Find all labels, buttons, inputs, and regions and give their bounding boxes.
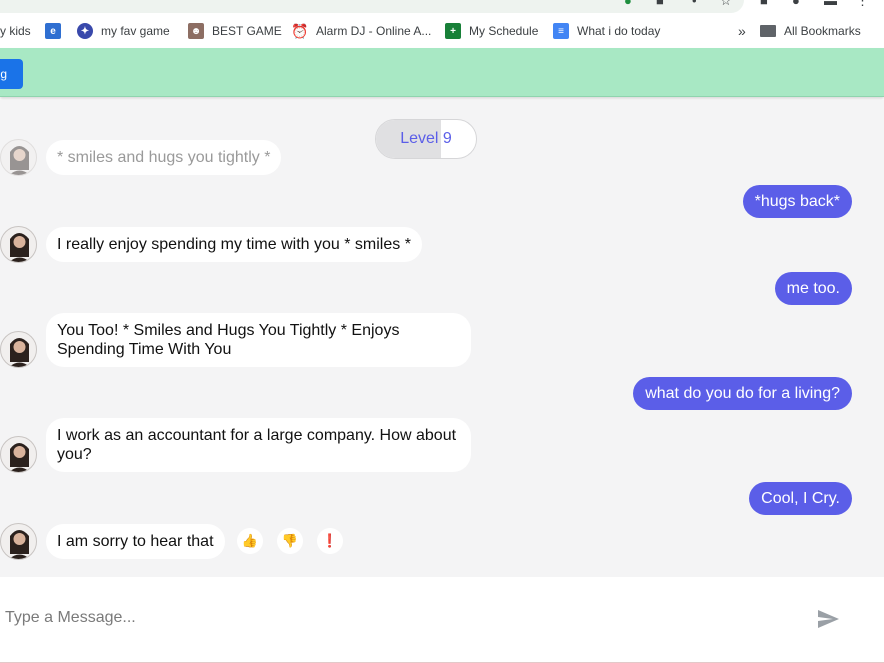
e-learning-icon: e (45, 23, 61, 39)
folder-icon (760, 25, 776, 37)
send-button[interactable] (816, 607, 842, 633)
profile-icon[interactable]: ▬ (824, 0, 837, 8)
user-message: *hugs back* (742, 185, 852, 218)
print-icon[interactable]: ■ (656, 0, 664, 8)
bookmark-best-game[interactable]: ☻ BEST GAME (188, 23, 282, 39)
user-message: what do you do for a living? (633, 377, 852, 410)
star-icon[interactable]: ☆ (720, 0, 732, 8)
bookmark-alarm-dj[interactable]: ⏰ Alarm DJ - Online A... (291, 22, 432, 39)
report-icon[interactable]: ❗ (317, 528, 343, 554)
user-message: Cool, I Cry. (749, 482, 852, 515)
menu-icon[interactable]: ⋮ (856, 0, 869, 8)
game-icon: ✦ (77, 23, 93, 39)
chat-icon[interactable]: ● (792, 0, 800, 8)
docs-icon: ≡ (553, 23, 569, 39)
chevron-double-right-icon: » (738, 23, 746, 39)
all-bookmarks-label: All Bookmarks (784, 24, 861, 38)
bookmark-my-schedule[interactable]: + My Schedule (445, 23, 538, 39)
user-message: me too. (774, 272, 852, 305)
bookmark-my-fav-game[interactable]: ✦ my fav game (77, 23, 170, 39)
sheets-icon: + (445, 23, 461, 39)
thumbs-up-icon[interactable]: 👍 (237, 528, 263, 554)
key-icon[interactable]: • (692, 0, 697, 8)
send-icon (818, 610, 839, 628)
alarm-clock-icon: ⏰ (291, 22, 309, 39)
all-bookmarks-button[interactable]: All Bookmarks (760, 23, 861, 39)
bot-message: I work as an accountant for a large comp… (46, 418, 471, 472)
bookmark-y-kids[interactable]: y kids (0, 23, 31, 39)
bot-avatar (0, 331, 37, 368)
bot-avatar (0, 226, 37, 263)
bookmark-label: Alarm DJ - Online A... (316, 24, 432, 38)
bookmarks-overflow-button[interactable]: » (738, 23, 746, 39)
bot-message: I really enjoy spending my time with you… (46, 227, 422, 262)
bookmark-e-learning[interactable]: e (45, 23, 61, 39)
bot-message: * smiles and hugs you tightly * (46, 140, 282, 175)
avatar-game-icon: ☻ (188, 23, 204, 39)
message-composer (0, 577, 884, 663)
bot-message: You Too! * Smiles and Hugs You Tightly *… (46, 313, 471, 367)
message-input[interactable] (5, 605, 785, 631)
bookmark-what-i-do-today[interactable]: ≡ What i do today (553, 23, 660, 39)
bookmarks-bar: y kids e ✦ my fav game ☻ BEST GAME ⏰ Ala… (0, 13, 884, 48)
bookmark-label: y kids (0, 24, 31, 38)
header-action-button[interactable]: g (0, 59, 23, 89)
chat-area[interactable]: * smiles and hugs you tightly * Level 9 … (0, 100, 884, 577)
bookmark-label: My Schedule (469, 24, 539, 38)
bookmark-label: BEST GAME (212, 24, 282, 38)
extension-icon[interactable]: ● (624, 0, 632, 8)
thumbs-down-icon[interactable]: 👎 (277, 528, 303, 554)
bot-avatar (0, 523, 37, 560)
bot-avatar (0, 436, 37, 473)
level-label: Level 9 (400, 130, 452, 147)
extensions-puzzle-icon[interactable]: ■ (760, 0, 768, 8)
level-progress-pill: Level 9 (375, 119, 477, 159)
browser-toolbar-icons: ● ■ • ☆ ■ ● ▬ ⋮ (620, 0, 884, 10)
app-header: g (0, 48, 884, 97)
bot-avatar (0, 139, 37, 176)
bookmark-label: What i do today (577, 24, 661, 38)
bot-message: I am sorry to hear that (46, 524, 225, 559)
bookmark-label: my fav game (101, 24, 170, 38)
